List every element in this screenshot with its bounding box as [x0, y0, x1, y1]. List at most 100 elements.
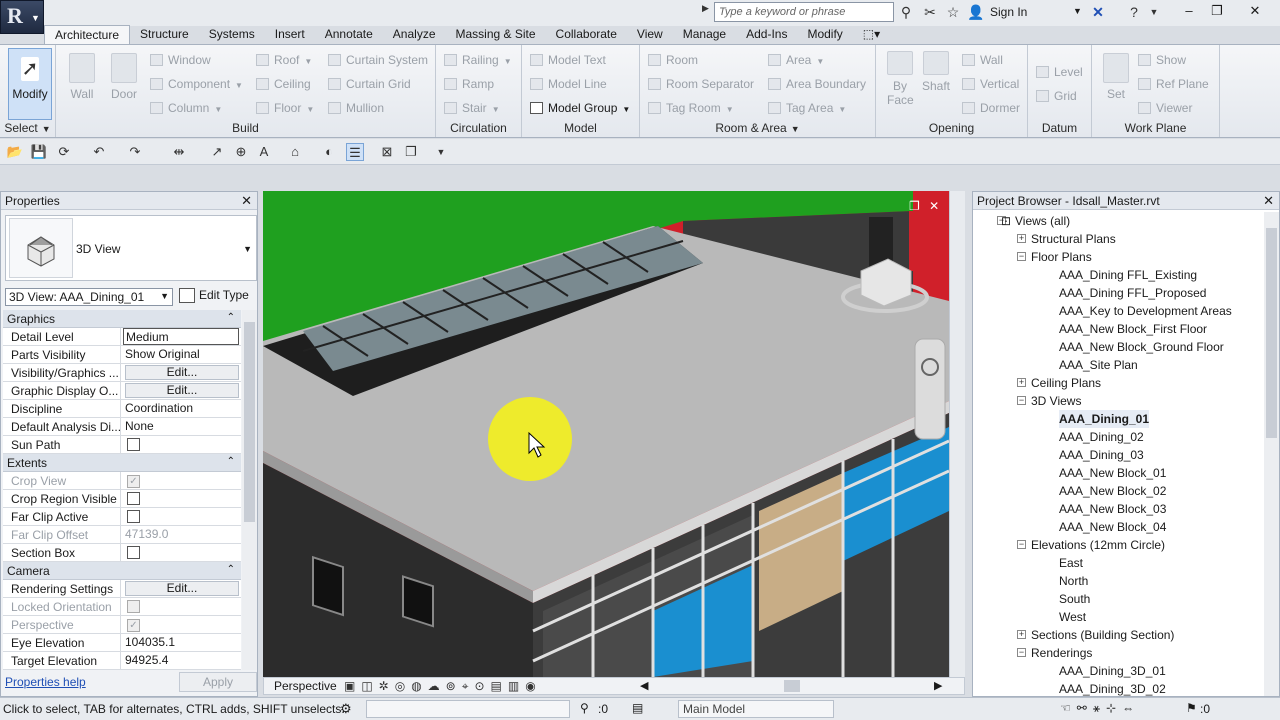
restore-icon[interactable]: ❐ [909, 199, 920, 213]
edit-button[interactable]: Edit... [125, 383, 239, 398]
binoculars-icon[interactable]: ⚲ [896, 3, 916, 21]
design-options-icon[interactable]: ⚲ [580, 701, 589, 715]
prop-rendering-settings[interactable]: Rendering Settings Edit... [3, 580, 241, 598]
viewport-window-controls[interactable]: ❐ ✕ [909, 199, 949, 215]
tab-view[interactable]: View [627, 25, 673, 45]
scroll-thumb[interactable] [244, 322, 255, 522]
modify-button[interactable]: ➚ Modify [8, 48, 52, 120]
tag-room-button[interactable]: Tag Room ▼ [646, 99, 734, 117]
checkbox[interactable] [127, 438, 140, 451]
save-icon[interactable]: 💾 [30, 143, 48, 161]
tag-icon[interactable]: ⊕ [232, 143, 250, 161]
vertical-opening-button[interactable]: Vertical [960, 75, 1019, 93]
collapse-icon[interactable]: − [1017, 540, 1026, 549]
room-separator-button[interactable]: Room Separator [646, 75, 754, 93]
mullion-button[interactable]: Mullion [326, 99, 384, 117]
checkbox[interactable] [127, 510, 140, 523]
browser-view-item[interactable]: AAA_Site Plan [973, 356, 1263, 374]
prop-parts-visibility[interactable]: Parts Visibility Show Original [3, 346, 241, 364]
browser-view-item[interactable]: AAA_Dining FFL_Existing [973, 266, 1263, 284]
model-group-button[interactable]: Model Group ▼ [528, 99, 630, 117]
browser-group-node[interactable]: + Sections (Building Section) [973, 626, 1263, 644]
edit-button[interactable]: Edit... [125, 581, 239, 596]
scroll-left-icon[interactable]: ◀ [640, 679, 648, 692]
browser-view-item[interactable]: AAA_New Block_02 [973, 482, 1263, 500]
section-icon[interactable]: ◐ [320, 143, 338, 161]
checkbox[interactable] [127, 492, 140, 505]
prop-section-box[interactable]: Section Box [3, 544, 241, 562]
close-icon[interactable]: ✕ [1263, 193, 1274, 209]
3d-viewport[interactable]: ❐ ✕ [263, 191, 949, 677]
restore-button[interactable]: ❐ [1206, 2, 1228, 20]
browser-group-node[interactable]: − Elevations (12mm Circle) [973, 536, 1263, 554]
ribbon-minimize-icon[interactable]: ⬚▾ [853, 25, 890, 45]
room-area-panel-label[interactable]: Room & Area ▼ [640, 121, 875, 135]
collapse-icon[interactable]: − [1017, 648, 1026, 657]
browser-scrollbar[interactable] [1264, 212, 1279, 696]
browser-view-item[interactable]: East [973, 554, 1263, 572]
wall-button[interactable]: Wall [60, 49, 104, 111]
wall-opening-button[interactable]: Wall [960, 51, 1003, 69]
customize-qat-icon[interactable]: ▼ [432, 143, 450, 161]
checkbox[interactable] [127, 546, 140, 559]
area-button[interactable]: Area ▼ [766, 51, 824, 69]
browser-view-item[interactable]: AAA_New Block_01 [973, 464, 1263, 482]
application-menu-button[interactable]: R ▼ [0, 0, 44, 34]
tab-insert[interactable]: Insert [265, 25, 315, 45]
browser-view-item[interactable]: AAA_Dining FFL_Proposed [973, 284, 1263, 302]
browser-group-node[interactable]: − ⊡ Views (all) [973, 212, 1263, 230]
browser-view-item[interactable]: AAA_Dining_02 [973, 428, 1263, 446]
browser-view-item[interactable]: AAA_Dining_3D_01 [973, 662, 1263, 680]
sign-in-link[interactable]: Sign In [990, 5, 1027, 19]
instance-selector[interactable]: 3D View: AAA_Dining_01 ▼ [5, 288, 173, 306]
close-icon[interactable]: ✕ [241, 193, 252, 209]
help-icon[interactable]: ? [1124, 3, 1144, 21]
prop-graphic-display[interactable]: Graphic Display O... Edit... [3, 382, 241, 400]
apply-button[interactable]: Apply [179, 672, 257, 692]
prop-far-clip-active[interactable]: Far Clip Active [3, 508, 241, 526]
show-work-plane-button[interactable]: Show [1136, 51, 1186, 69]
aligned-dimension-icon[interactable]: ↗ [208, 143, 226, 161]
browser-view-item[interactable]: West [973, 608, 1263, 626]
stair-button[interactable]: Stair ▼ [442, 99, 500, 117]
type-selector[interactable]: 3D View ▼ [5, 215, 257, 281]
dormer-button[interactable]: Dormer [960, 99, 1020, 117]
measure-icon[interactable]: ⇹ [170, 143, 188, 161]
filter-icon[interactable]: ⚑ [1186, 701, 1197, 715]
model-text-button[interactable]: Model Text [528, 51, 606, 69]
railing-button[interactable]: Railing ▼ [442, 51, 512, 69]
close-hidden-windows-icon[interactable]: ⊠ [378, 143, 396, 161]
tab-collaborate[interactable]: Collaborate [546, 25, 627, 45]
edit-type-button[interactable]: Edit Type [179, 288, 249, 303]
prop-eye-elevation[interactable]: Eye Elevation 104035.1 [3, 634, 241, 652]
viewport-vertical-scrollbar[interactable] [949, 191, 965, 677]
collapse-icon[interactable]: − [1017, 252, 1026, 261]
help-chevron-icon[interactable]: ▼ [1144, 3, 1164, 21]
editable-only-icon[interactable]: ▤ [632, 701, 643, 715]
search-input[interactable]: Type a keyword or phrase [714, 2, 894, 22]
user-icon[interactable]: 👤 [966, 3, 986, 21]
chevron-down-icon[interactable]: ▼ [1073, 6, 1082, 16]
properties-help-link[interactable]: Properties help [5, 675, 86, 689]
browser-view-item[interactable]: AAA_New Block_04 [973, 518, 1263, 536]
prop-target-elevation[interactable]: Target Elevation 94925.4 [3, 652, 241, 670]
expand-icon[interactable]: + [1017, 234, 1026, 243]
scroll-thumb[interactable] [1266, 228, 1277, 438]
model-line-button[interactable]: Model Line [528, 75, 607, 93]
default-3d-view-icon[interactable]: ⌂ [286, 143, 304, 161]
group-extents[interactable]: Extents ⌃ [3, 454, 241, 472]
worksets-icon[interactable]: ⚙ [340, 701, 352, 717]
search-expand-icon[interactable]: ▶ [702, 3, 714, 21]
prop-sun-path[interactable]: Sun Path [3, 436, 241, 454]
tab-manage[interactable]: Manage [673, 25, 736, 45]
browser-group-node[interactable]: + Ceiling Plans [973, 374, 1263, 392]
viewer-button[interactable]: Viewer [1136, 99, 1192, 117]
collapse-icon[interactable]: − [1017, 396, 1026, 405]
browser-group-node[interactable]: − Renderings [973, 644, 1263, 662]
edit-button[interactable]: Edit... [125, 365, 239, 380]
window-button[interactable]: Window [148, 51, 211, 69]
properties-scrollbar[interactable] [242, 310, 257, 670]
door-button[interactable]: Door [102, 49, 146, 111]
group-camera[interactable]: Camera ⌃ [3, 562, 241, 580]
curtain-system-button[interactable]: Curtain System [326, 51, 428, 69]
